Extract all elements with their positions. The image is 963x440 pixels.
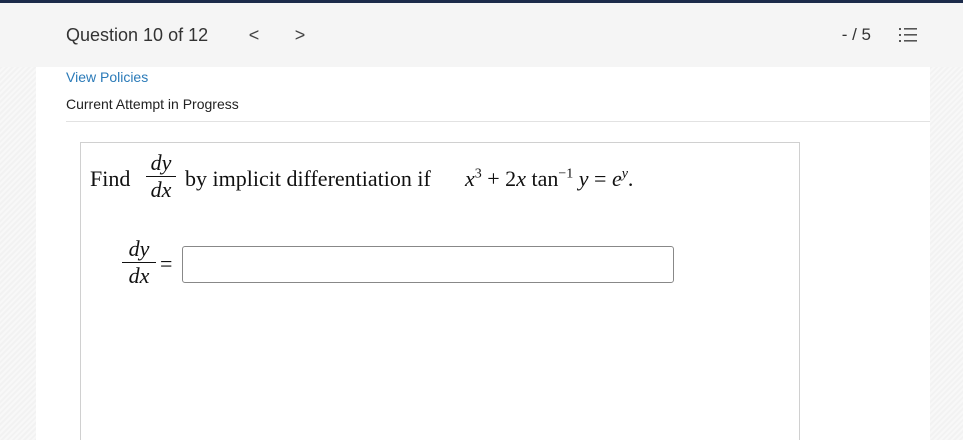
period: . <box>627 166 634 191</box>
question-header: Question 10 of 12 < > - / 5 <box>0 3 963 67</box>
answer-input[interactable] <box>182 246 674 283</box>
divider <box>66 121 930 122</box>
left-margin <box>0 67 36 440</box>
equals-sign: = <box>594 166 607 191</box>
right-margin <box>930 67 963 440</box>
next-question-button[interactable]: > <box>290 25 310 46</box>
tan-fn: tan <box>531 166 559 191</box>
fraction-denominator: dx <box>150 177 172 202</box>
problem-statement: Find dy dx by implicit differentiation i… <box>90 152 790 208</box>
list-icon[interactable] <box>899 27 917 43</box>
fraction-numerator: dy <box>150 150 172 175</box>
answer-numerator: dy <box>128 236 150 261</box>
tan-exponent: −1 <box>558 166 574 182</box>
answer-equals: = <box>160 251 173 276</box>
find-word: Find <box>90 166 131 191</box>
var-e: e <box>611 166 622 191</box>
var-x: x <box>465 166 475 191</box>
answer-derivative-fraction: dy dx <box>122 238 156 287</box>
derivative-fraction: dy dx <box>146 152 176 201</box>
attempt-status: Current Attempt in Progress <box>66 96 239 112</box>
view-policies-link[interactable]: View Policies <box>66 69 148 85</box>
problem-middle-text: by implicit differentiation if <box>185 166 431 191</box>
var-x-2: x <box>516 166 526 191</box>
question-score: - / 5 <box>841 25 871 44</box>
equation: x3 + 2x tan−1 y = ey. <box>465 166 633 192</box>
question-counter: Question 10 of 12 <box>66 25 209 45</box>
x-exponent: 3 <box>474 166 482 182</box>
previous-question-button[interactable]: < <box>244 25 264 46</box>
var-y: y <box>578 166 589 191</box>
plus-2: + 2 <box>487 166 517 191</box>
answer-denominator: dx <box>128 263 150 288</box>
